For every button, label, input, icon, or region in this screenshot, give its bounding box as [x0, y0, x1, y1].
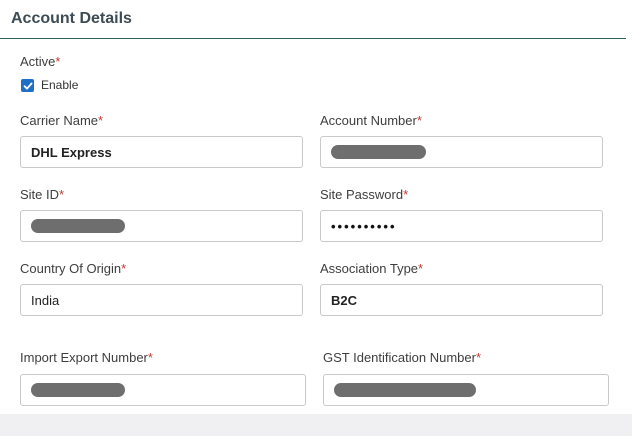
site-id-label: Site ID*	[20, 187, 65, 202]
country-of-origin-label: Country Of Origin*	[20, 261, 127, 276]
country-of-origin-value: India	[31, 292, 60, 308]
site-password-label: Site Password*	[320, 187, 409, 202]
section-title: Account Details	[11, 10, 132, 27]
header-divider	[0, 38, 626, 39]
enable-checkbox-label: Enable	[41, 78, 79, 92]
account-details-card: Account Details Active* Enable Carrier N…	[0, 0, 632, 414]
import-export-number-input[interactable]	[20, 374, 306, 406]
carrier-name-input[interactable]: DHL Express	[20, 136, 303, 168]
password-masked-value: ••••••••••	[331, 218, 397, 234]
import-export-number-label: Import Export Number*	[20, 350, 153, 365]
active-label: Active*	[20, 54, 61, 69]
country-of-origin-input[interactable]: India	[20, 284, 303, 316]
redacted-value	[334, 383, 476, 397]
association-type-label: Association Type*	[320, 261, 424, 276]
association-type-input[interactable]: B2C	[320, 284, 603, 316]
gst-identification-number-input[interactable]	[323, 374, 609, 406]
association-type-value: B2C	[331, 292, 358, 308]
account-number-label: Account Number*	[320, 113, 422, 128]
redacted-value	[31, 219, 125, 233]
footer-area	[0, 414, 632, 436]
enable-checkbox[interactable]	[21, 79, 34, 92]
carrier-name-value: DHL Express	[31, 144, 112, 160]
check-icon	[23, 82, 32, 89]
redacted-value	[31, 383, 125, 397]
redacted-value	[331, 145, 426, 159]
site-id-input[interactable]	[20, 210, 303, 242]
top-strip	[0, 0, 632, 6]
carrier-name-label: Carrier Name*	[20, 113, 104, 128]
site-password-input[interactable]: ••••••••••	[320, 210, 603, 242]
gst-identification-number-label: GST Identification Number*	[323, 350, 482, 365]
account-number-input[interactable]	[320, 136, 603, 168]
